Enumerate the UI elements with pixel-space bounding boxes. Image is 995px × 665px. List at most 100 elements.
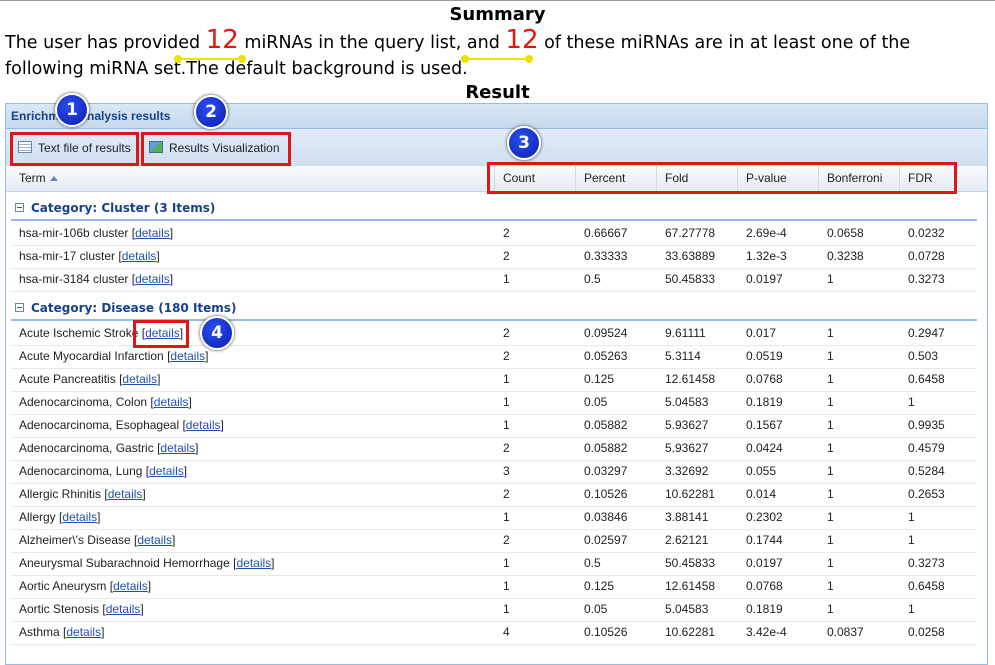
count-cell: 1: [503, 418, 510, 432]
panel-title: Enrichment analysis results: [6, 104, 987, 129]
details-link[interactable]: details: [108, 487, 143, 501]
fold-cell: 5.3114: [665, 349, 701, 363]
collapse-icon[interactable]: [15, 303, 24, 312]
annotation-badge-3: 3: [507, 126, 541, 160]
details-link[interactable]: details: [154, 395, 189, 409]
term-name: Adenocarcinoma, Gastric: [19, 441, 154, 455]
bonferroni-cell: 1: [827, 556, 834, 570]
pvalue-cell: 0.1819: [746, 395, 783, 409]
fold-cell: 12.61458: [665, 579, 716, 593]
table-row[interactable]: Acute Pancreatitis [details] 1 0.125 12.614…: [11, 368, 977, 392]
details-link[interactable]: details: [186, 418, 221, 432]
details-link[interactable]: details: [122, 249, 157, 263]
fold-cell: 5.04583: [665, 395, 709, 409]
fold-cell: 67.27778: [665, 226, 716, 240]
matched-count: 12: [505, 25, 539, 55]
term-cell: Acute Myocardial Infarction [details]: [19, 349, 209, 363]
details-link[interactable]: details: [137, 533, 172, 547]
percent-cell: 0.10526: [584, 625, 628, 639]
category-header[interactable]: Category: Disease (180 Items): [11, 297, 977, 321]
term-name: Asthma: [19, 625, 60, 639]
bonferroni-cell: 1: [827, 372, 834, 386]
collapse-icon[interactable]: [15, 203, 24, 212]
table-row[interactable]: Adenocarcinoma, Esophageal [details] 1 0.0…: [11, 414, 977, 438]
pvalue-cell: 0.014: [746, 487, 777, 501]
fold-cell: 5.93627: [665, 441, 709, 455]
fold-cell: 10.62281: [665, 625, 716, 639]
count-cell: 2: [503, 441, 510, 455]
details-link[interactable]: details: [62, 510, 97, 524]
count-cell: 1: [503, 372, 510, 386]
table-row[interactable]: Alzheimer\'s Disease [details] 2 0.02597 2.…: [11, 529, 977, 553]
fold-cell: 50.45833: [665, 272, 716, 286]
term-cell: hsa-mir-17 cluster [details]: [19, 249, 160, 263]
table-row[interactable]: hsa-mir-3184 cluster [details] 1 0.5 50.458…: [11, 268, 977, 292]
fold-cell: 12.61458: [665, 372, 716, 386]
bonferroni-cell: 1: [827, 487, 834, 501]
pvalue-cell: 0.0197: [746, 272, 783, 286]
fdr-cell: 0.503: [908, 349, 939, 363]
pvalue-cell: 0.0197: [746, 556, 783, 570]
details-link[interactable]: details: [106, 602, 141, 616]
fold-cell: 3.88141: [665, 510, 709, 524]
fold-cell: 33.63889: [665, 249, 716, 263]
fdr-cell: 0.4579: [908, 441, 945, 455]
bonferroni-cell: 1: [827, 579, 834, 593]
percent-cell: 0.09524: [584, 326, 628, 340]
fdr-cell: 0.6458: [908, 372, 945, 386]
table-row[interactable]: Aortic Aneurysm [details] 1 0.125 12.61458 0…: [11, 575, 977, 599]
count-cell: 2: [503, 533, 510, 547]
table-row[interactable]: Allergy [details] 1 0.03846 3.88141 0.2302 1 1: [11, 506, 977, 530]
percent-cell: 0.05: [584, 395, 608, 409]
term-name: Adenocarcinoma, Esophageal: [19, 418, 180, 432]
table-row[interactable]: Adenocarcinoma, Gastric [details] 2 0.0588…: [11, 437, 977, 461]
pvalue-cell: 0.017: [746, 326, 777, 340]
summary-text-part-1: The user has provided: [5, 33, 206, 53]
term-cell: Asthma [details]: [19, 625, 105, 639]
pvalue-cell: 0.0424: [746, 441, 783, 455]
fdr-cell: 0.2947: [908, 326, 945, 340]
table-row[interactable]: Allergic Rhinitis [details] 2 0.10526 10.62…: [11, 483, 977, 507]
count-cell: 3: [503, 464, 510, 478]
table-row[interactable]: Adenocarcinoma, Colon [details] 1 0.05 5.04…: [11, 391, 977, 415]
term-name: Aortic Aneurysm: [19, 579, 107, 593]
table-row[interactable]: hsa-mir-106b cluster [details] 2 0.66667 67…: [11, 222, 977, 246]
table-row[interactable]: hsa-mir-17 cluster [details] 2 0.33333 33.6…: [11, 245, 977, 269]
count-cell: 2: [503, 487, 510, 501]
details-link[interactable]: details: [236, 556, 271, 570]
count-cell: 4: [503, 625, 510, 639]
annotation-box-3: [487, 162, 957, 194]
details-link[interactable]: details: [135, 272, 170, 286]
table-row[interactable]: Aortic Stenosis [details] 1 0.05 5.04583 0.1…: [11, 598, 977, 622]
bonferroni-cell: 1: [827, 349, 834, 363]
annotation-box-2: [141, 132, 291, 166]
percent-cell: 0.10526: [584, 487, 628, 501]
table-row[interactable]: Aneurysmal Subarachnoid Hemorrhage [deta…: [11, 552, 977, 576]
annotation-badge-1: 1: [55, 93, 89, 127]
details-link[interactable]: details: [160, 441, 195, 455]
column-header-term[interactable]: Term: [11, 166, 494, 191]
category-header[interactable]: Category: Cluster (3 Items): [11, 197, 977, 221]
term-cell: Adenocarcinoma, Esophageal [details]: [19, 418, 224, 432]
fdr-cell: 0.0728: [908, 249, 945, 263]
details-link[interactable]: details: [149, 464, 184, 478]
details-link[interactable]: details: [66, 625, 101, 639]
fold-cell: 50.45833: [665, 556, 716, 570]
term-cell: Allergic Rhinitis [details]: [19, 487, 146, 501]
details-link[interactable]: details: [113, 579, 148, 593]
details-link[interactable]: details: [135, 226, 170, 240]
bonferroni-cell: 1: [827, 602, 834, 616]
term-cell: Adenocarcinoma, Colon [details]: [19, 395, 192, 409]
count-cell: 1: [503, 272, 510, 286]
table-row[interactable]: Adenocarcinoma, Lung [details] 3 0.03297 3.…: [11, 460, 977, 484]
count-cell: 2: [503, 226, 510, 240]
term-name: hsa-mir-3184 cluster: [19, 272, 129, 286]
details-link[interactable]: details: [170, 349, 205, 363]
details-link[interactable]: details: [122, 372, 157, 386]
term-name: Acute Myocardial Infarction: [19, 349, 164, 363]
table-row[interactable]: Asthma [details] 4 0.10526 10.62281 3.42e-4 0…: [11, 621, 977, 645]
count-cell: 1: [503, 602, 510, 616]
table-row[interactable]: Acute Myocardial Infarction [details] 2 0.…: [11, 345, 977, 369]
bonferroni-cell: 0.0658: [827, 226, 864, 240]
result-title: Result: [465, 82, 530, 103]
